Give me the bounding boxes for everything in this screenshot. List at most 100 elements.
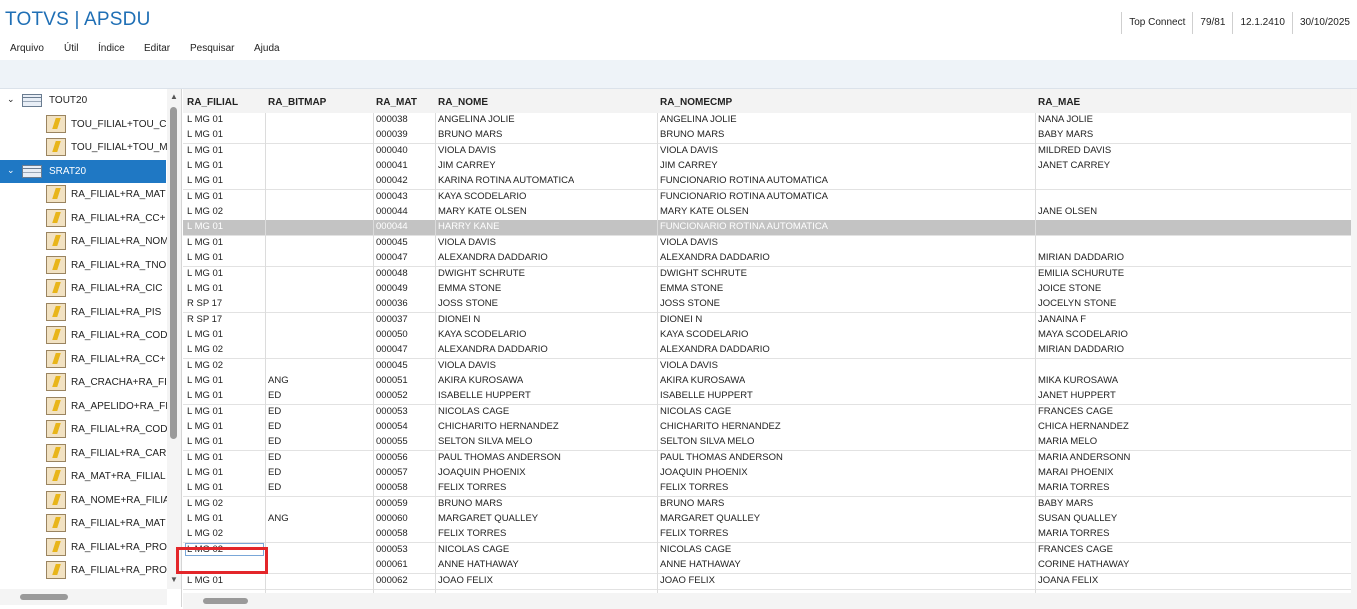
grid-vertical-scrollbar[interactable]	[1351, 89, 1357, 593]
cell-ra-nomecmp[interactable]: BRUNO MARS	[660, 129, 724, 140]
cell-ra-nomecmp[interactable]: ANNE HATHAWAY	[660, 559, 741, 570]
cell-ra-mat[interactable]: 000059	[376, 498, 408, 509]
cell-ra-filial[interactable]: L MG 02	[187, 360, 223, 371]
cell-ra-nome[interactable]: BRUNO MARS	[438, 498, 502, 509]
table-row[interactable]: L MG 01 ED 000056 PAUL THOMAS ANDERSON PAUL …	[183, 450, 1351, 467]
table-row[interactable]: R SP 17 000036 JOSS STONE JOSS STONE JOCELYN…	[183, 297, 1351, 314]
cell-ra-filial[interactable]: L MG 01	[187, 268, 223, 279]
cell-ra-filial[interactable]: L MG 01	[187, 160, 223, 171]
tree-index-node[interactable]: TOU_FILIAL+TOU_C	[0, 113, 167, 136]
cell-ra-mat[interactable]: 000041	[376, 160, 408, 171]
cell-ra-nomecmp[interactable]: CHICHARITO HERNANDEZ	[660, 421, 781, 432]
cell-ra-filial[interactable]: L MG 01	[187, 390, 223, 401]
cell-ra-mat[interactable]: 000047	[376, 344, 408, 355]
cell-ra-mat[interactable]: 000058	[376, 482, 408, 493]
table-row[interactable]: L MG 01 ED 000053 NICOLAS CAGE NICOLAS CAGE F…	[183, 404, 1351, 421]
cell-ra-nome[interactable]: FELIX TORRES	[438, 482, 506, 493]
cell-ra-mae[interactable]: MILDRED DAVIS	[1038, 145, 1111, 156]
tree-index-node[interactable]: RA_FILIAL+RA_MAT	[0, 183, 166, 206]
tree-index-node[interactable]: RA_APELIDO+RA_FI	[0, 395, 168, 418]
cell-ra-mat[interactable]: 000036	[376, 298, 408, 309]
cell-ra-filial[interactable]: L MG 02	[187, 206, 223, 217]
cell-ra-nome[interactable]: PAUL THOMAS ANDERSON	[438, 452, 561, 463]
cell-ra-nomecmp[interactable]: FELIX TORRES	[660, 528, 728, 539]
cell-ra-mat[interactable]: 000051	[376, 375, 408, 386]
table-row[interactable]: L MG 02 000047 ALEXANDRA DADDARIO ALEXANDRA…	[183, 343, 1351, 360]
cell-ra-nomecmp[interactable]: JOAQUIN PHOENIX	[660, 467, 748, 478]
tree-index-node[interactable]: RA_FILIAL+RA_TNO	[0, 254, 166, 277]
cell-ra-mat[interactable]: 000045	[376, 237, 408, 248]
cell-ra-filial[interactable]: L MG 01	[187, 421, 223, 432]
cell-ra-nomecmp[interactable]: FUNCIONARIO ROTINA AUTOMATICA	[660, 221, 828, 232]
cell-ra-nomecmp[interactable]: NICOLAS CAGE	[660, 406, 731, 417]
cell-ra-nome[interactable]: NICOLAS CAGE	[438, 544, 509, 555]
cell-ra-nomecmp[interactable]: VIOLA DAVIS	[660, 360, 718, 371]
tree-index-node[interactable]: RA_FILIAL+RA_PRO	[0, 536, 167, 559]
menu-indice[interactable]: Índice	[98, 43, 125, 54]
cell-ra-mat[interactable]: 000043	[376, 191, 408, 202]
cell-ra-mat[interactable]: 000061	[376, 559, 408, 570]
cell-ra-nome[interactable]: JOAO FELIX	[438, 575, 493, 586]
cell-ra-mat[interactable]: 000037	[376, 314, 408, 325]
cell-ra-bitmap[interactable]: ED	[268, 467, 281, 478]
tree-table-node[interactable]: ⌄ TOUT20	[0, 89, 166, 112]
column-header-ra-mae[interactable]: RA_MAE	[1038, 97, 1080, 108]
cell-ra-mat[interactable]: 000053	[376, 406, 408, 417]
cell-ra-filial[interactable]: R SP 17	[187, 314, 222, 325]
cell-ra-nomecmp[interactable]: MARY KATE OLSEN	[660, 206, 749, 217]
cell-ra-mae[interactable]: FRANCES CAGE	[1038, 544, 1113, 555]
cell-ra-mae[interactable]: JOANA FELIX	[1038, 575, 1098, 586]
cell-ra-filial[interactable]: R SP 17	[187, 298, 222, 309]
cell-ra-mae[interactable]: JANAINA F	[1038, 314, 1086, 325]
column-header-ra-nomecmp[interactable]: RA_NOMECMP	[660, 97, 732, 108]
cell-ra-nomecmp[interactable]: SELTON SILVA MELO	[660, 436, 754, 447]
tree-hscroll-thumb[interactable]	[20, 594, 68, 600]
table-row[interactable]: L MG 02 000045 VIOLA DAVIS VIOLA DAVIS	[183, 358, 1351, 375]
cell-ra-mae[interactable]: FRANCES CAGE	[1038, 406, 1113, 417]
cell-ra-nome[interactable]: JOSS STONE	[438, 298, 498, 309]
cell-ra-filial[interactable]: L MG 01	[187, 436, 223, 447]
cell-ra-nome[interactable]: MARGARET QUALLEY	[438, 513, 538, 524]
cell-ra-filial[interactable]: L MG 01	[187, 252, 223, 263]
tree-index-node[interactable]: RA_FILIAL+RA_PIS	[0, 301, 166, 324]
cell-ra-nomecmp[interactable]: VIOLA DAVIS	[660, 145, 718, 156]
table-row[interactable]: L MG 02 000044 MARY KATE OLSEN MARY KATE OL…	[183, 205, 1351, 222]
cell-ra-nome[interactable]: VIOLA DAVIS	[438, 360, 496, 371]
cell-ra-nome[interactable]: DIONEI N	[438, 314, 480, 325]
cell-ra-nome[interactable]: KARINA ROTINA AUTOMATICA	[438, 175, 574, 186]
cell-ra-mat[interactable]: 000042	[376, 175, 408, 186]
cell-ra-mae[interactable]: EMILIA SCHURUTE	[1038, 268, 1124, 279]
table-row[interactable]: L MG 01 000050 KAYA SCODELARIO KAYA SCODELA…	[183, 327, 1351, 344]
cell-ra-mat[interactable]: 000038	[376, 114, 408, 125]
cell-ra-nomecmp[interactable]: EMMA STONE	[660, 283, 723, 294]
cell-ra-nome[interactable]: ALEXANDRA DADDARIO	[438, 252, 548, 263]
cell-ra-filial[interactable]: L MG 01	[187, 375, 223, 386]
table-row[interactable]: L MG 01 000047 ALEXANDRA DADDARIO ALEXANDRA…	[183, 251, 1351, 268]
cell-ra-mat[interactable]: 000040	[376, 145, 408, 156]
cell-ra-nome[interactable]: BRUNO MARS	[438, 129, 502, 140]
chevron-down-icon[interactable]: ⌄	[7, 94, 15, 105]
cell-ra-nomecmp[interactable]: JIM CARREY	[660, 160, 718, 171]
cell-ra-mat[interactable]: 000048	[376, 268, 408, 279]
cell-ra-nomecmp[interactable]: MARGARET QUALLEY	[660, 513, 760, 524]
table-row[interactable]: L MG 01 ED 000057 JOAQUIN PHOENIX JOAQUIN PH…	[183, 466, 1351, 483]
tree-index-node[interactable]: RA_FILIAL+RA_CC+	[0, 348, 166, 371]
cell-ra-mae[interactable]: CORINE HATHAWAY	[1038, 559, 1129, 570]
cell-ra-nome[interactable]: FELIX TORRES	[438, 528, 506, 539]
column-header-ra-bitmap[interactable]: RA_BITMAP	[268, 97, 326, 108]
menu-ajuda[interactable]: Ajuda	[254, 43, 280, 54]
cell-ra-nomecmp[interactable]: ISABELLE HUPPERT	[660, 390, 753, 401]
cell-ra-nome[interactable]: CHICHARITO HERNANDEZ	[438, 421, 559, 432]
table-row[interactable]: R SP 17 000037 DIONEI N DIONEI N JANAINA F	[183, 312, 1351, 329]
table-row[interactable]: L MG 02 000058 FELIX TORRES FELIX TORRES MAR…	[183, 527, 1351, 544]
cell-ra-filial[interactable]: L MG 01	[187, 145, 223, 156]
table-row[interactable]: L MG 01 000038 ANGELINA JOLIE ANGELINA JOLI…	[183, 113, 1351, 129]
menu-arquivo[interactable]: Arquivo	[10, 43, 44, 54]
cell-ra-mae[interactable]: JOCELYN STONE	[1038, 298, 1116, 309]
column-header-ra-mat[interactable]: RA_MAT	[376, 97, 417, 108]
column-header-ra-filial[interactable]: RA_FILIAL	[187, 97, 238, 108]
tree-index-node[interactable]: RA_MAT+RA_FILIAL	[0, 465, 166, 488]
cell-ra-nome[interactable]: EMMA STONE	[438, 283, 501, 294]
table-row[interactable]: 000061 ANNE HATHAWAY ANNE HATHAWAY CORINE H…	[183, 558, 1351, 575]
cell-ra-mae[interactable]: MARAI PHOENIX	[1038, 467, 1114, 478]
